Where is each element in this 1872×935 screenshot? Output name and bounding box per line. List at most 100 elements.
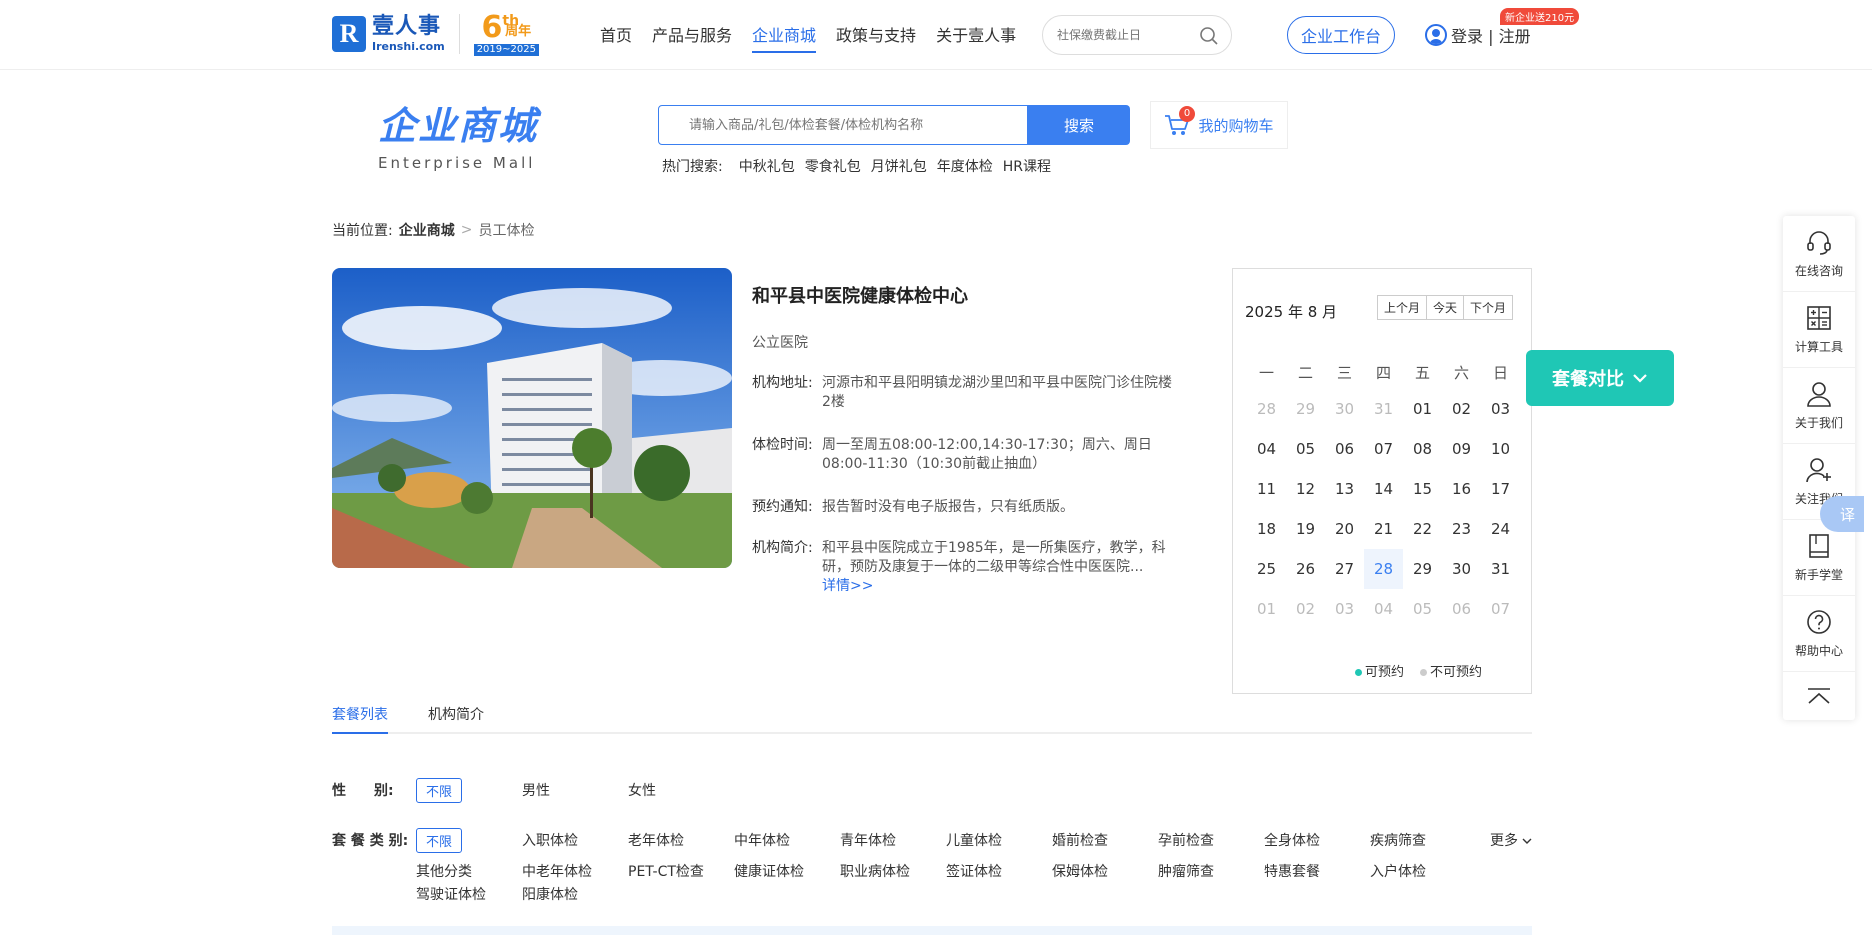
search-icon[interactable]: [1199, 26, 1219, 50]
nav-about[interactable]: 关于壹人事: [936, 22, 1016, 53]
calendar-day[interactable]: 31: [1481, 549, 1520, 589]
nav-home[interactable]: 首页: [600, 22, 632, 53]
gender-option-female[interactable]: 女性: [628, 780, 656, 800]
user-icon: [1425, 24, 1447, 46]
category-option[interactable]: 青年体检: [840, 830, 896, 850]
calendar-day[interactable]: 02: [1442, 389, 1481, 429]
nav-mall[interactable]: 企业商城: [752, 22, 817, 53]
mall-search-button[interactable]: 搜索: [1028, 105, 1130, 145]
calendar-day[interactable]: 05: [1286, 429, 1325, 469]
category-option-any[interactable]: 不限: [416, 828, 463, 853]
help-center-button[interactable]: 帮助中心: [1783, 596, 1855, 672]
category-option[interactable]: 婚前检查: [1052, 830, 1108, 850]
login-register[interactable]: 登录 | 注册: [1425, 23, 1531, 47]
hot-search-item[interactable]: 月饼礼包: [871, 156, 927, 176]
details-link[interactable]: 详情>>: [822, 578, 873, 594]
calendar-day[interactable]: 08: [1403, 429, 1442, 469]
category-option[interactable]: 全身体检: [1264, 830, 1320, 850]
nav-policy[interactable]: 政策与支持: [836, 22, 916, 53]
float-toolbar: 在线咨询 计算工具 关于我们 关注我们 新手学堂 帮助中心: [1783, 216, 1855, 720]
institution-photo: [332, 268, 732, 568]
calendar-day[interactable]: 29: [1403, 549, 1442, 589]
category-option[interactable]: 其他分类: [416, 861, 472, 881]
category-option[interactable]: 中年体检: [734, 830, 790, 850]
category-option[interactable]: 特惠套餐: [1264, 861, 1320, 881]
calendar-day[interactable]: 22: [1403, 509, 1442, 549]
chevron-down-icon: [1522, 838, 1532, 844]
category-option[interactable]: 入户体检: [1370, 861, 1426, 881]
calendar-day[interactable]: 21: [1364, 509, 1403, 549]
calendar-day[interactable]: 06: [1325, 429, 1364, 469]
site-logo[interactable]: R 壹人事 Irenshi.com 6th周年 2019~2025: [332, 12, 539, 56]
calendar-day[interactable]: 12: [1286, 469, 1325, 509]
category-option[interactable]: 疾病筛查: [1370, 830, 1426, 850]
category-more-button[interactable]: 更多: [1490, 830, 1532, 850]
back-to-top-button[interactable]: [1783, 672, 1855, 720]
calendar-day: 28: [1256, 400, 1277, 418]
translate-button[interactable]: 译: [1820, 496, 1864, 532]
next-month-button[interactable]: 下个月: [1464, 296, 1512, 319]
calendar-day[interactable]: 30: [1442, 549, 1481, 589]
calendar-day[interactable]: 03: [1481, 389, 1520, 429]
calendar-day[interactable]: 24: [1481, 509, 1520, 549]
cart-button[interactable]: 0 我的购物车: [1150, 101, 1288, 149]
main-nav: 首页 产品与服务 企业商城 政策与支持 关于壹人事: [600, 22, 1016, 53]
prev-month-button[interactable]: 上个月: [1378, 296, 1428, 319]
notice-label: 预约通知:: [752, 499, 813, 515]
tab-package-list[interactable]: 套餐列表: [332, 704, 388, 734]
calendar-day[interactable]: 26: [1286, 549, 1325, 589]
hot-search-item[interactable]: 零食礼包: [805, 156, 861, 176]
category-option[interactable]: 阳康体检: [522, 884, 578, 904]
calendar-day-today[interactable]: 28: [1364, 549, 1403, 589]
hot-search-item[interactable]: 中秋礼包: [739, 156, 795, 176]
category-option[interactable]: PET-CT检查: [628, 861, 704, 881]
calendar-day[interactable]: 23: [1442, 509, 1481, 549]
today-button[interactable]: 今天: [1427, 296, 1465, 319]
calendar-day[interactable]: 25: [1247, 549, 1286, 589]
category-option[interactable]: 驾驶证体检: [416, 884, 486, 904]
mall-search-input[interactable]: [658, 105, 1028, 145]
gender-option-male[interactable]: 男性: [522, 780, 550, 800]
category-option[interactable]: 职业病体检: [840, 861, 910, 881]
calendar-day[interactable]: 19: [1286, 509, 1325, 549]
online-consult-button[interactable]: 在线咨询: [1783, 216, 1855, 292]
breadcrumb-mall[interactable]: 企业商城: [399, 220, 455, 240]
calendar-day: 03: [1334, 600, 1355, 618]
calendar-day[interactable]: 17: [1481, 469, 1520, 509]
package-compare-button[interactable]: 套餐对比: [1526, 350, 1674, 406]
tab-institution-intro[interactable]: 机构简介: [428, 704, 484, 732]
calendar-day[interactable]: 14: [1364, 469, 1403, 509]
about-us-button[interactable]: 关于我们: [1783, 368, 1855, 444]
category-option[interactable]: 入职体检: [522, 830, 578, 850]
detail-tabs: 套餐列表 机构简介: [332, 704, 1532, 734]
gender-option-any[interactable]: 不限: [416, 778, 463, 803]
calendar-day[interactable]: 11: [1247, 469, 1286, 509]
calendar-day[interactable]: 20: [1325, 509, 1364, 549]
category-option[interactable]: 中老年体检: [522, 861, 592, 881]
nav-products[interactable]: 产品与服务: [652, 22, 732, 53]
category-option[interactable]: 孕前检查: [1158, 830, 1214, 850]
calc-tools-button[interactable]: 计算工具: [1783, 292, 1855, 368]
category-option[interactable]: 老年体检: [628, 830, 684, 850]
top-search-input[interactable]: [1057, 28, 1197, 42]
calendar-day[interactable]: 04: [1247, 429, 1286, 469]
calendar-day[interactable]: 15: [1403, 469, 1442, 509]
category-option[interactable]: 签证体检: [946, 861, 1002, 881]
calendar-day[interactable]: 09: [1442, 429, 1481, 469]
calendar-day[interactable]: 07: [1364, 429, 1403, 469]
calendar-day[interactable]: 10: [1481, 429, 1520, 469]
calendar-day[interactable]: 27: [1325, 549, 1364, 589]
workbench-button[interactable]: 企业工作台: [1287, 16, 1395, 54]
calendar-day[interactable]: 13: [1325, 469, 1364, 509]
calendar-day: 05: [1412, 600, 1433, 618]
calendar-day[interactable]: 18: [1247, 509, 1286, 549]
calendar-day[interactable]: 01: [1403, 389, 1442, 429]
calendar-day[interactable]: 16: [1442, 469, 1481, 509]
mall-title: 企业商城 Enterprise Mall: [378, 95, 538, 172]
category-option[interactable]: 保姆体检: [1052, 861, 1108, 881]
category-option[interactable]: 肿瘤筛查: [1158, 861, 1214, 881]
category-option[interactable]: 儿童体检: [946, 830, 1002, 850]
hot-search-item[interactable]: HR课程: [1003, 156, 1051, 176]
category-option[interactable]: 健康证体检: [734, 861, 804, 881]
hot-search-item[interactable]: 年度体检: [937, 156, 993, 176]
